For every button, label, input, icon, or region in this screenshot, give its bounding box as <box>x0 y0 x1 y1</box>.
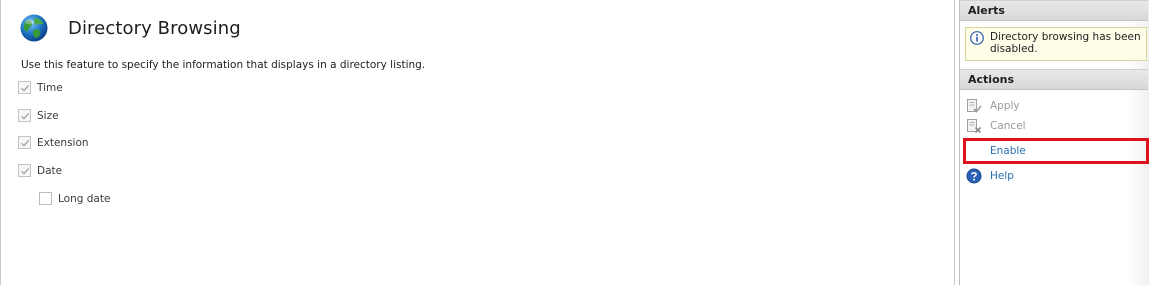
checkmark-icon <box>20 112 29 120</box>
time-checkbox[interactable] <box>18 81 31 94</box>
info-icon <box>970 31 984 45</box>
checkmark-icon <box>20 167 29 175</box>
enable-action[interactable]: Enable <box>965 142 1026 160</box>
option-label: Time <box>37 81 63 94</box>
actions-header: Actions <box>960 69 1148 90</box>
apply-action[interactable]: Apply <box>965 97 1020 115</box>
globe-icon <box>20 14 48 42</box>
extension-checkbox[interactable] <box>18 136 31 149</box>
help-action[interactable]: Help <box>965 167 1014 185</box>
alerts-header: Alerts <box>960 0 1148 21</box>
option-extension[interactable]: Extension <box>18 136 89 149</box>
option-label: Extension <box>37 136 89 149</box>
apply-icon <box>965 97 983 115</box>
size-checkbox[interactable] <box>18 109 31 122</box>
action-label: Cancel <box>990 120 1026 132</box>
action-label: Help <box>990 170 1014 182</box>
checkmark-icon <box>20 84 29 92</box>
page-description: Use this feature to specify the informat… <box>21 59 426 71</box>
feature-page: Directory Browsing Use this feature to s… <box>0 0 955 285</box>
action-label: Enable <box>990 145 1026 157</box>
option-size[interactable]: Size <box>18 109 59 122</box>
option-label: Size <box>37 109 59 122</box>
cancel-action[interactable]: Cancel <box>965 117 1026 135</box>
option-time[interactable]: Time <box>18 81 63 94</box>
page-title: Directory Browsing <box>68 17 241 39</box>
long-date-checkbox[interactable] <box>39 192 52 205</box>
actions-pane: Alerts Directory browsing has been disab… <box>959 0 1149 285</box>
option-long-date[interactable]: Long date <box>39 192 110 205</box>
help-icon <box>965 167 983 185</box>
date-checkbox[interactable] <box>18 164 31 177</box>
option-label: Long date <box>58 192 111 205</box>
action-label: Apply <box>990 100 1020 112</box>
option-label: Date <box>37 164 63 177</box>
cancel-icon <box>965 117 983 135</box>
option-date[interactable]: Date <box>18 164 62 177</box>
alert-text: Directory browsing has been disabled. <box>990 31 1141 55</box>
checkmark-icon <box>20 139 29 147</box>
page-header: Directory Browsing <box>19 12 241 44</box>
alert-message-box: Directory browsing has been disabled. <box>965 27 1147 61</box>
